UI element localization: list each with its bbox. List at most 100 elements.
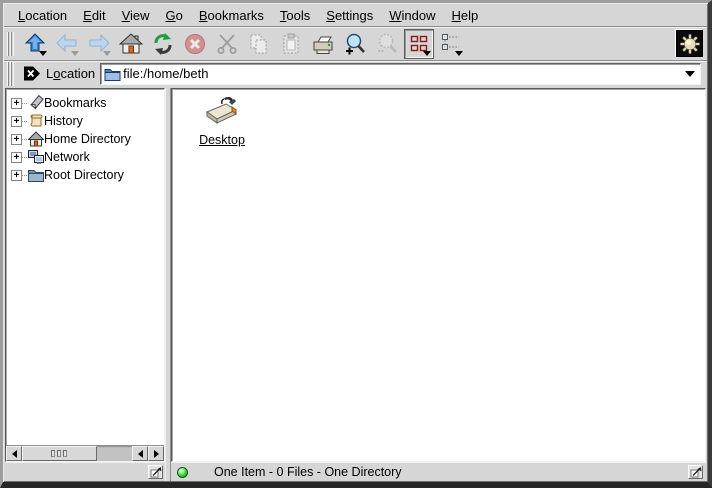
- statusbar: One Item - 0 Files - One Directory: [171, 462, 706, 481]
- sidebar: + Bookmarks + History + Home Directory +: [5, 88, 165, 481]
- forward-button[interactable]: [84, 29, 114, 59]
- sidebar-item-root-directory[interactable]: + Root Directory: [6, 166, 164, 184]
- folder-icon: [27, 167, 44, 183]
- zoom-in-icon: [343, 32, 367, 56]
- menu-window[interactable]: Window: [381, 6, 443, 25]
- kde-gear-throbber: [676, 30, 703, 57]
- back-button[interactable]: [52, 29, 82, 59]
- sidebar-item-bookmarks[interactable]: + Bookmarks: [6, 94, 164, 112]
- expander-icon[interactable]: +: [11, 116, 22, 127]
- reload-icon: [151, 32, 175, 56]
- sidebar-item-label[interactable]: History: [44, 114, 83, 128]
- triangle-right-icon: [154, 450, 159, 458]
- clear-location-button[interactable]: [23, 66, 41, 81]
- cut-scissors-icon: [215, 32, 239, 56]
- scroll-right-button[interactable]: [148, 446, 164, 461]
- expander-icon[interactable]: +: [11, 152, 22, 163]
- paste-button[interactable]: [276, 29, 306, 59]
- location-toolbar-drag-handle[interactable]: [7, 62, 14, 86]
- tree-view-button[interactable]: [436, 29, 466, 59]
- toolbar-drag-handle[interactable]: [7, 32, 14, 56]
- thumb-grip: [63, 450, 67, 457]
- tree-empty-space: [6, 184, 164, 445]
- menu-bar: Location Edit View Go Bookmarks Tools Se…: [4, 4, 707, 27]
- folder-icon: [104, 66, 121, 81]
- print-button[interactable]: [308, 29, 338, 59]
- network-icon: [27, 149, 44, 165]
- location-input[interactable]: [121, 66, 682, 81]
- sidebar-item-network[interactable]: + Network: [6, 148, 164, 166]
- sidebar-resize-grip[interactable]: [148, 465, 163, 479]
- desktop-folder-icon[interactable]: [203, 94, 241, 130]
- menu-go[interactable]: Go: [158, 6, 191, 25]
- home-button[interactable]: [116, 29, 146, 59]
- location-combobox[interactable]: [100, 63, 701, 85]
- chevron-down-icon: [685, 71, 695, 77]
- scroll-left-button-2[interactable]: [132, 446, 148, 461]
- zoom-out-icon: [375, 32, 399, 56]
- menu-edit[interactable]: Edit: [75, 6, 113, 25]
- location-label: Location: [46, 66, 95, 81]
- expander-icon[interactable]: +: [11, 134, 22, 145]
- expander-icon[interactable]: +: [11, 98, 22, 109]
- menu-help[interactable]: Help: [444, 6, 487, 25]
- bookmarks-icon: [27, 95, 44, 111]
- history-icon: [27, 113, 44, 129]
- sidebar-horizontal-scrollbar[interactable]: [6, 445, 164, 461]
- clear-location-icon: [23, 66, 41, 81]
- icon-view-dropdown-arrow-icon[interactable]: [423, 51, 431, 56]
- status-text: One Item - 0 Files - One Directory: [214, 465, 402, 479]
- menu-location[interactable]: Location: [10, 6, 75, 25]
- resize-grip-icon: [150, 466, 162, 478]
- forward-dropdown-arrow-icon: [103, 51, 111, 56]
- sidebar-statusbar: [5, 462, 165, 481]
- up-dropdown-arrow-icon[interactable]: [39, 51, 47, 56]
- sidebar-item-label[interactable]: Home Directory: [44, 132, 131, 146]
- window-resize-grip[interactable]: [688, 465, 703, 479]
- thumb-grip: [57, 450, 61, 457]
- menu-view[interactable]: View: [114, 6, 158, 25]
- icon-view-button[interactable]: [404, 29, 434, 59]
- file-item-desktop[interactable]: Desktop: [186, 94, 258, 147]
- file-label[interactable]: Desktop: [199, 133, 245, 147]
- triangle-left-icon: [12, 450, 17, 458]
- back-dropdown-arrow-icon: [71, 51, 79, 56]
- kde-gear-icon: [679, 33, 701, 55]
- menu-tools[interactable]: Tools: [272, 6, 318, 25]
- scrollbar-track[interactable]: [22, 446, 132, 461]
- content-area: + Bookmarks + History + Home Directory +: [4, 87, 707, 481]
- zoom-out-button[interactable]: [372, 29, 402, 59]
- sidebar-tree: + Bookmarks + History + Home Directory +: [5, 88, 165, 462]
- menu-settings[interactable]: Settings: [318, 6, 381, 25]
- status-led-icon: [177, 467, 188, 478]
- print-icon: [311, 32, 335, 56]
- konqueror-window: Location Edit View Go Bookmarks Tools Se…: [0, 0, 712, 488]
- resize-grip-icon: [690, 466, 702, 478]
- sidebar-item-label[interactable]: Root Directory: [44, 168, 124, 182]
- sidebar-item-history[interactable]: + History: [6, 112, 164, 130]
- up-button[interactable]: [20, 29, 50, 59]
- icon-view-area[interactable]: Desktop: [171, 88, 706, 462]
- copy-icon: [247, 32, 271, 56]
- zoom-in-button[interactable]: [340, 29, 370, 59]
- stop-button[interactable]: [180, 29, 210, 59]
- main-column: Desktop One Item - 0 Files - One Directo…: [171, 88, 706, 481]
- scrollbar-thumb[interactable]: [22, 446, 97, 461]
- sidebar-item-home-directory[interactable]: + Home Directory: [6, 130, 164, 148]
- thumb-grip: [51, 450, 55, 457]
- tree-view-dropdown-arrow-icon[interactable]: [455, 51, 463, 56]
- copy-button[interactable]: [244, 29, 274, 59]
- reload-button[interactable]: [148, 29, 178, 59]
- menu-bookmarks[interactable]: Bookmarks: [191, 6, 272, 25]
- stop-icon: [183, 32, 207, 56]
- home-icon: [27, 131, 44, 147]
- sidebar-item-label[interactable]: Network: [44, 150, 90, 164]
- home-icon: [119, 32, 143, 56]
- sidebar-item-label[interactable]: Bookmarks: [44, 96, 107, 110]
- cut-button[interactable]: [212, 29, 242, 59]
- location-toolbar: Location: [4, 61, 707, 87]
- expander-icon[interactable]: +: [11, 170, 22, 181]
- location-dropdown-button[interactable]: [682, 65, 698, 83]
- scroll-left-button[interactable]: [6, 446, 22, 461]
- triangle-left-icon: [138, 450, 143, 458]
